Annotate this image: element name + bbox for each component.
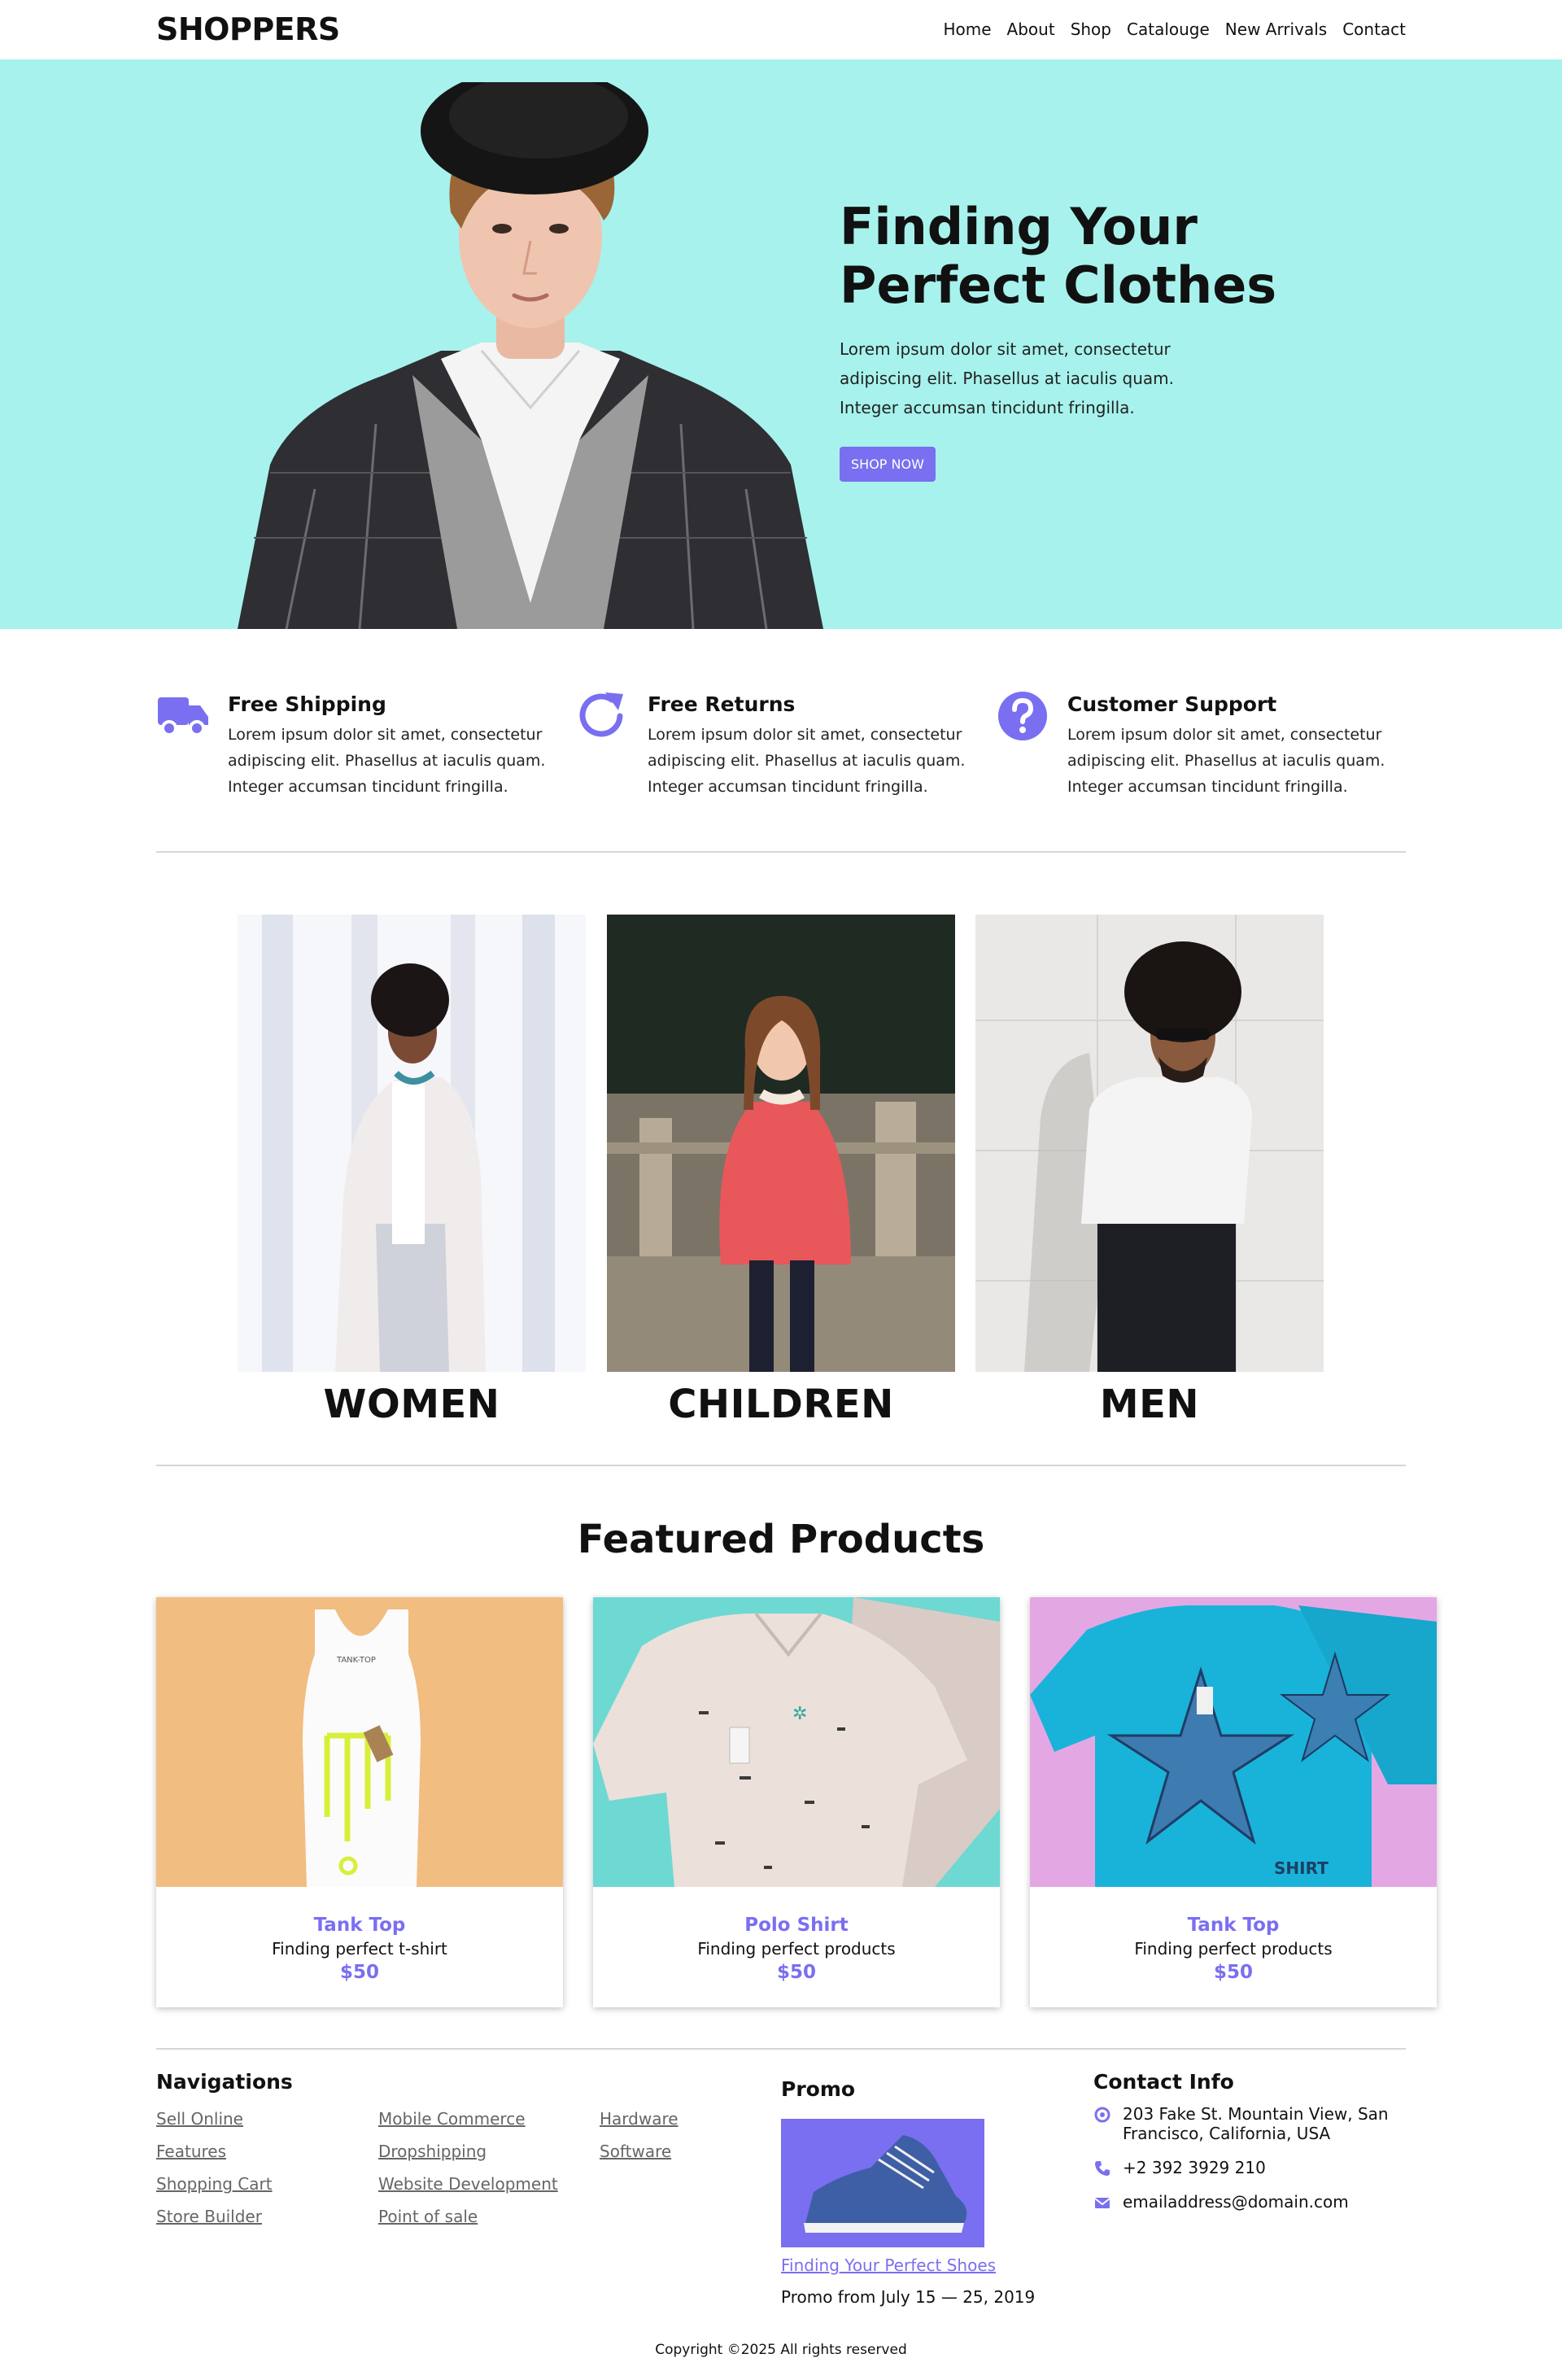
hero-title: Finding Your Perfect Clothes (840, 198, 1295, 315)
product-price: $50 (776, 1962, 816, 1983)
footer-link-website-development[interactable]: Website Development (378, 2174, 558, 2194)
product-card-polo-shirt[interactable]: ✲ Polo Shirt Finding perfect products $5… (593, 1597, 1000, 2007)
nav-new-arrivals[interactable]: New Arrivals (1225, 20, 1327, 39)
nav-contact[interactable]: Contact (1342, 20, 1406, 39)
email-text: emailaddress@domain.com (1123, 2192, 1349, 2212)
question-icon (998, 692, 1047, 740)
site-header: SHOPPERS Home About Shop Catalouge New A… (0, 0, 1562, 59)
category-label: CHILDREN (668, 1382, 894, 1427)
map-pin-icon (1094, 2107, 1110, 2123)
category-children[interactable]: CHILDREN (607, 915, 955, 1427)
footer-link-dropshipping[interactable]: Dropshipping (378, 2142, 486, 2161)
truck-icon (158, 697, 208, 736)
promo-date: Promo from July 15 — 25, 2019 (781, 2287, 1036, 2307)
feature-free-returns: Free Returns Lorem ipsum dolor sit amet,… (576, 689, 966, 803)
contact-email[interactable]: emailaddress@domain.com (1093, 2192, 1419, 2213)
feature-description: Lorem ipsum dolor sit amet, consectetur … (228, 726, 546, 796)
category-label: MEN (1099, 1382, 1200, 1427)
product-image: TANK-TOP (156, 1597, 563, 1887)
feature-description: Lorem ipsum dolor sit amet, consectetur … (648, 726, 966, 796)
footer-link-mobile-commerce[interactable]: Mobile Commerce (378, 2109, 526, 2129)
phone-text: +2 392 3929 210 (1123, 2158, 1266, 2177)
hero-description: Lorem ipsum dolor sit amet, consectetur … (840, 339, 1175, 417)
category-men[interactable]: MEN (975, 915, 1324, 1427)
divider (156, 2048, 1406, 2050)
category-women[interactable]: WOMEN (238, 915, 586, 1427)
hero-title-line2: Perfect Clothes (840, 255, 1277, 315)
footer-promo-title: Promo (781, 2077, 856, 2101)
footer-link-shopping-cart[interactable]: Shopping Cart (156, 2174, 273, 2194)
promo-link[interactable]: Finding Your Perfect Shoes (781, 2256, 996, 2275)
footer-link-store-builder[interactable]: Store Builder (156, 2207, 262, 2226)
footer-contact-title: Contact Info (1093, 2070, 1234, 2094)
promo-shoe-image[interactable] (781, 2119, 984, 2247)
site-logo[interactable]: SHOPPERS (156, 11, 340, 47)
women-category-image (238, 915, 586, 1372)
phone-icon (1095, 2161, 1110, 2176)
feature-free-shipping: Free Shipping Lorem ipsum dolor sit amet… (156, 689, 547, 803)
contact-phone[interactable]: +2 392 3929 210 (1093, 2158, 1419, 2179)
footer-link-point-of-sale[interactable]: Point of sale (378, 2207, 478, 2226)
product-description: Finding perfect products (697, 1939, 896, 1959)
features-row: Free Shipping Lorem ipsum dolor sit amet… (156, 689, 1406, 803)
featured-products-title: Featured Products (577, 1517, 985, 1562)
product-price: $50 (1213, 1962, 1253, 1983)
feature-customer-support: Customer Support Lorem ipsum dolor sit a… (996, 689, 1386, 803)
divider (156, 1465, 1406, 1466)
footer-link-sell-online[interactable]: Sell Online (156, 2109, 243, 2129)
svg-text:✲: ✲ (792, 1704, 807, 1724)
product-price: $50 (339, 1962, 379, 1983)
nav-shop[interactable]: Shop (1071, 20, 1111, 39)
nav-home[interactable]: Home (943, 20, 991, 39)
product-image: SHIRT (1030, 1597, 1437, 1887)
product-card-tank-top-2[interactable]: SHIRT Tank Top Finding perfect products … (1030, 1597, 1437, 2007)
divider (156, 851, 1406, 853)
product-description: Finding perfect products (1134, 1939, 1333, 1959)
main-nav: Home About Shop Catalouge New Arrivals C… (943, 20, 1406, 39)
shop-now-button[interactable]: SHOP NOW (840, 447, 936, 482)
nav-catalogue[interactable]: Catalouge (1127, 20, 1210, 39)
svg-text:SHIRT: SHIRT (1274, 1858, 1329, 1878)
feature-title: Free Shipping (228, 692, 386, 716)
feature-title: Customer Support (1067, 692, 1277, 716)
men-category-image (975, 915, 1324, 1372)
nav-about[interactable]: About (1007, 20, 1055, 39)
children-category-image (607, 915, 955, 1372)
product-card-tank-top[interactable]: TANK-TOP Tank Top Finding perfect t-shir… (156, 1597, 563, 2007)
footer-nav-title: Navigations (156, 2070, 293, 2094)
product-description: Finding perfect t-shirt (272, 1939, 447, 1959)
svg-text:TANK-TOP: TANK-TOP (336, 1656, 376, 1665)
address-text: 203 Fake St. Mountain View, San Francisc… (1123, 2104, 1389, 2143)
mail-icon (1094, 2198, 1110, 2208)
product-name[interactable]: Tank Top (156, 1915, 563, 1936)
hero-model-image (238, 82, 823, 629)
hero-title-line1: Finding Your (840, 197, 1198, 256)
footer-link-hardware[interactable]: Hardware (600, 2109, 678, 2129)
contact-address: 203 Fake St. Mountain View, San Francisc… (1093, 2104, 1419, 2146)
hero-banner: Finding Your Perfect Clothes Lorem ipsum… (0, 59, 1562, 629)
hero-text: Finding Your Perfect Clothes Lorem ipsum… (840, 198, 1295, 482)
feature-description: Lorem ipsum dolor sit amet, consectetur … (1067, 726, 1385, 796)
footer-link-software[interactable]: Software (600, 2142, 671, 2161)
product-name[interactable]: Polo Shirt (593, 1915, 1000, 1936)
category-label: WOMEN (323, 1382, 500, 1427)
product-name[interactable]: Tank Top (1030, 1915, 1437, 1936)
copyright: Copyright ©2025 All rights reserved (655, 2342, 907, 2358)
footer-link-features[interactable]: Features (156, 2142, 226, 2161)
product-image: ✲ (593, 1597, 1000, 1887)
feature-title: Free Returns (648, 692, 796, 716)
refresh-icon (579, 692, 623, 737)
